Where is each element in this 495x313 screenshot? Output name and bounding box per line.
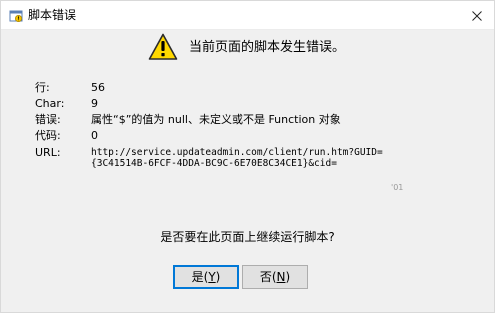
line-value: 56 [91, 81, 105, 94]
error-label: 错误: [35, 113, 61, 126]
close-button[interactable] [460, 1, 494, 29]
continue-prompt: 是否要在此页面上继续运行脚本? [160, 230, 335, 244]
yes-label: 是( [191, 270, 209, 284]
window-title: 脚本错误 [28, 8, 77, 22]
code-value: 0 [91, 129, 98, 142]
title-bar[interactable]: 脚本错误 [1, 1, 494, 30]
code-label: 代码: [35, 129, 61, 142]
url-line-1: http://service.updateadmin.com/client/ru… [91, 147, 383, 158]
yes-accelerator: Y [208, 270, 216, 284]
close-icon [472, 6, 482, 25]
url-line-2: {3C41514B-6FCF-4DDA-BC9C-6E70E8C34CE1}&c… [91, 158, 337, 169]
no-button[interactable]: 否(N) [242, 265, 308, 289]
error-heading: 当前页面的脚本发生错误。 [189, 40, 346, 55]
no-label: 否( [259, 270, 277, 284]
faint-mark: '01 [391, 183, 404, 192]
yes-label-end: ) [215, 270, 221, 284]
line-label: 行: [35, 81, 50, 94]
script-error-dialog: 脚本错误 当前页面的脚本发生错误。 行: 56 Char: 9 错误: 属性“$… [0, 0, 495, 313]
error-message: 属性“$”的值为 null、未定义或不是 Function 对象 [91, 113, 341, 126]
yes-button[interactable]: 是(Y) [173, 265, 239, 289]
no-label-end: ) [285, 270, 291, 284]
char-label: Char: [35, 97, 65, 110]
char-value: 9 [91, 97, 98, 110]
url-label: URL: [35, 146, 61, 159]
script-error-icon [9, 8, 23, 23]
warning-icon [148, 33, 178, 61]
